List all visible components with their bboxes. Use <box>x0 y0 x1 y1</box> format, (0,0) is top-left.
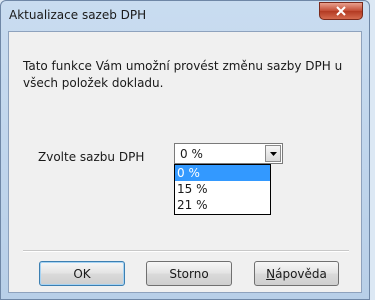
option-0[interactable]: 0 % <box>175 165 270 181</box>
cancel-button[interactable]: Storno <box>146 261 232 286</box>
close-button[interactable] <box>319 2 363 20</box>
help-accesskey: N <box>266 266 276 281</box>
help-label-rest: ápověda <box>275 266 327 281</box>
close-icon <box>336 6 346 16</box>
vat-rate-value: 0 % <box>180 147 203 161</box>
dialog-content: Tato funkce Vám umožní provést změnu saz… <box>8 31 362 293</box>
option-21[interactable]: 21 % <box>175 197 270 213</box>
window-title: Aktualizace sazeb DPH <box>9 8 147 22</box>
separator <box>23 250 349 252</box>
title-bar[interactable]: Aktualizace sazeb DPH <box>1 1 369 31</box>
chevron-down-icon <box>269 151 277 156</box>
description-text: Tato funkce Vám umožní provést změnu saz… <box>23 59 343 90</box>
vat-rate-select[interactable]: 0 % <box>174 143 283 164</box>
help-button[interactable]: Nápověda <box>254 261 339 286</box>
vat-rate-options: 0 % 15 % 21 % <box>174 164 271 215</box>
vat-rate-label: Zvolte sazbu DPH <box>38 150 145 164</box>
dropdown-arrow-button[interactable] <box>265 145 281 162</box>
dialog-window: Aktualizace sazeb DPH Tato funkce Vám um… <box>0 0 370 300</box>
option-15[interactable]: 15 % <box>175 181 270 197</box>
ok-button[interactable]: OK <box>39 261 125 286</box>
